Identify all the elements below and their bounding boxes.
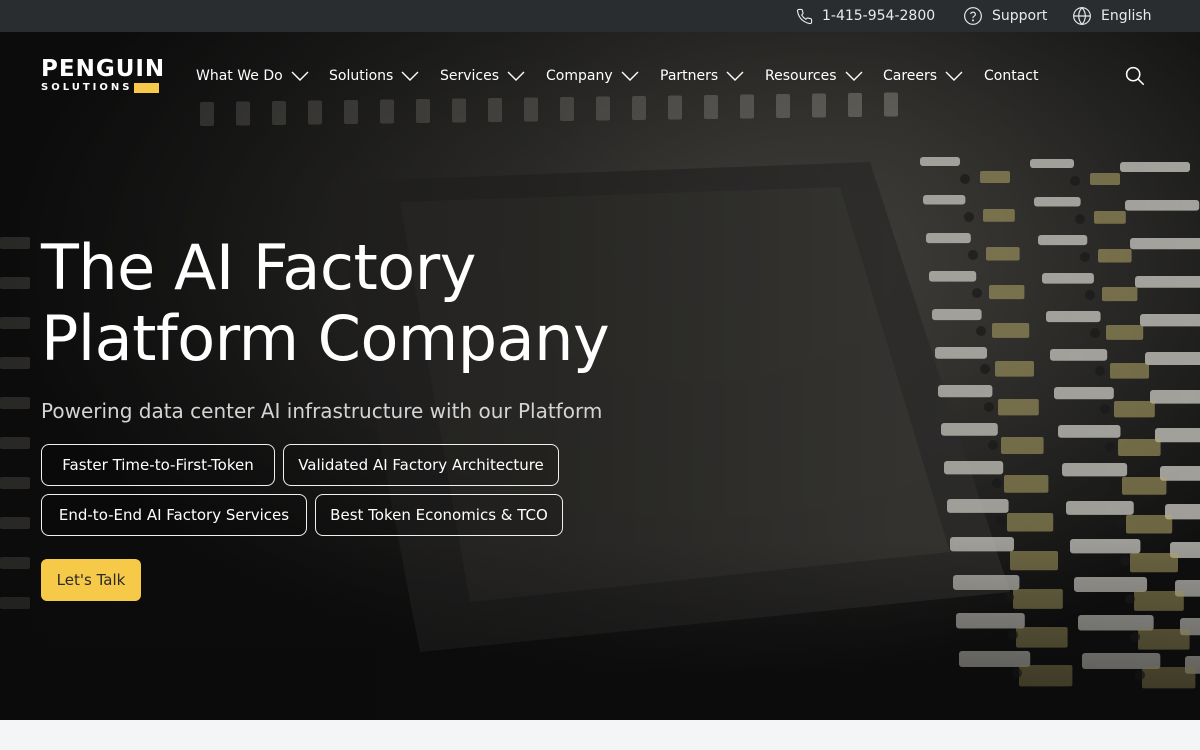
- phone-icon: [796, 8, 813, 24]
- nav-item-resources[interactable]: Resources: [765, 60, 863, 92]
- chevron-down-icon: [845, 71, 862, 81]
- nav-item-company[interactable]: Company: [546, 60, 639, 92]
- nav-item-partners[interactable]: Partners: [660, 60, 744, 92]
- chevron-down-icon: [621, 71, 639, 81]
- chevron-down-icon: [401, 71, 419, 81]
- nav-item-solutions[interactable]: Solutions: [329, 60, 419, 92]
- pill-end-to-end-services[interactable]: End-to-End AI Factory Services: [41, 494, 307, 536]
- nav-label: Contact: [984, 68, 1039, 84]
- language-selector[interactable]: English: [1072, 0, 1152, 32]
- main-nav: What We Do Solutions Services Company Pa…: [0, 60, 1200, 92]
- search-icon: [1125, 66, 1145, 86]
- nav-label: What We Do: [196, 68, 283, 84]
- chevron-down-icon: [945, 71, 963, 81]
- next-section: [0, 720, 1200, 750]
- nav-item-contact[interactable]: Contact: [984, 60, 1038, 92]
- nav-item-services[interactable]: Services: [440, 60, 525, 92]
- chevron-down-icon: [507, 71, 525, 81]
- headline-line-1: The AI Factory: [41, 231, 476, 304]
- hero-section: [0, 32, 1200, 720]
- globe-icon: [1073, 6, 1091, 26]
- phone-number: 1-415-954-2800: [822, 8, 936, 24]
- help-circle-icon: [964, 7, 982, 25]
- pill-token-economics[interactable]: Best Token Economics & TCO: [315, 494, 563, 536]
- search-button[interactable]: [1124, 65, 1145, 90]
- chevron-down-icon: [291, 71, 309, 81]
- chevron-down-icon: [726, 71, 744, 81]
- nav-item-careers[interactable]: Careers: [883, 60, 963, 92]
- nav-label: Company: [546, 68, 613, 84]
- phone-link[interactable]: 1-415-954-2800: [796, 0, 935, 32]
- utility-bar: 1-415-954-2800 Support English: [0, 0, 1200, 32]
- lets-talk-button[interactable]: Let's Talk: [41, 559, 141, 601]
- pill-validated-architecture[interactable]: Validated AI Factory Architecture: [283, 444, 559, 486]
- hero-subheading: Powering data center AI infrastructure w…: [41, 399, 603, 423]
- nav-label: Partners: [660, 68, 719, 84]
- language-label: English: [1101, 8, 1152, 24]
- nav-label: Careers: [883, 68, 938, 84]
- support-link[interactable]: Support: [963, 0, 1047, 32]
- nav-label: Resources: [765, 68, 837, 84]
- headline-line-2: Platform Company: [41, 302, 610, 375]
- nav-label: Solutions: [329, 68, 394, 84]
- support-label: Support: [992, 8, 1048, 24]
- pill-time-to-first-token[interactable]: Faster Time-to-First-Token: [41, 444, 275, 486]
- hero-bottom-fade: [0, 540, 1200, 720]
- hero-headline: The AI Factory Platform Company: [41, 232, 741, 374]
- nav-item-what-we-do[interactable]: What We Do: [196, 60, 309, 92]
- nav-label: Services: [440, 68, 500, 84]
